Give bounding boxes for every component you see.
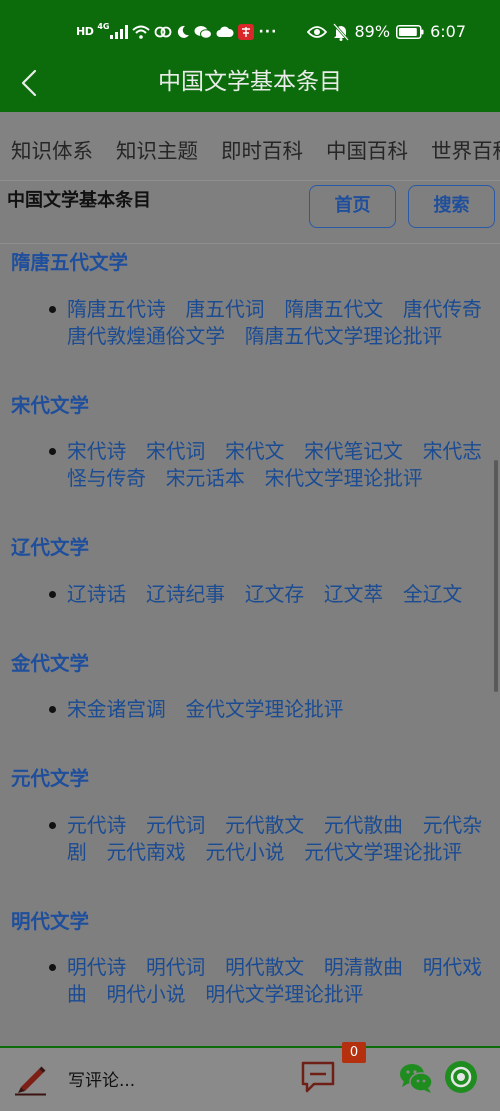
wechat-icon [194,26,213,39]
clock: 6:07 [430,22,466,41]
entry-link[interactable]: 明代文学理论批评 [205,983,363,1006]
entry-link[interactable]: 唐代敦煌通俗文学 [67,325,225,348]
wechat-share-icon[interactable] [398,1061,434,1095]
entry-content: 隋唐五代文学隋唐五代诗 唐五代词 隋唐五代文 唐代传奇 唐代敦煌通俗文学 隋唐五… [0,244,500,1052]
entry-link[interactable]: 隋唐五代诗 [67,298,166,321]
entry-link[interactable]: 辽诗纪事 [146,583,225,606]
entry-link[interactable]: 唐代传奇 [403,298,482,321]
entry-link[interactable]: 宋金诸宫调 [67,698,166,721]
wifi-icon [132,25,151,39]
cloud-icon [216,26,235,37]
battery-percent: 89% [354,22,391,41]
more-notifications: ··· [258,24,278,40]
section-title: 辽代文学 [11,536,90,559]
bullet-icon [49,706,56,713]
tab-world-encyclopedia[interactable]: 世界百科 [431,137,500,180]
entry-link[interactable]: 元代小说 [205,841,284,864]
battery-icon [396,25,424,39]
entry-link[interactable]: 宋代词 [146,440,205,463]
section-title: 宋代文学 [11,393,90,417]
hd-indicator: HD [76,25,94,38]
comment-count-badge: 0 [342,1042,366,1063]
entry-link[interactable]: 明代诗 [67,956,126,979]
entry-list: 宋代诗 宋代词 宋代文 宋代笔记文 宋代志怪与传奇 宋元话本 宋代文学理论批评 [0,438,492,492]
entry-link[interactable]: 全辽文 [403,583,462,606]
bullet-icon [49,448,56,455]
bell-off-icon [332,23,349,41]
scrollbar[interactable] [494,460,498,692]
entry-link[interactable]: 元代南戏 [107,841,186,864]
bullet-icon [49,964,56,971]
status-bar-left: HD 4G ··· [76,22,281,42]
entry-link[interactable]: 隋唐五代文学理论批评 [245,325,443,348]
bullet-icon [49,821,56,829]
entry-list: 宋金诸宫调 金代文学理论批评 [0,696,492,723]
tab-knowledge-topics[interactable]: 知识主题 [116,137,198,180]
entry-link[interactable]: 明代词 [146,956,205,979]
entry-link[interactable]: 元代诗 [67,814,126,837]
section-title: 金代文学 [11,651,90,675]
section: 金代文学宋金诸宫调 金代文学理论批评 [0,652,500,724]
comment-icon[interactable] [300,1060,336,1094]
entry-list: 明代诗 明代词 明代散文 明清散曲 明代戏曲 明代小说 明代文学理论批评 [0,954,492,1008]
eye-icon [306,26,327,38]
entry-link[interactable]: 宋代诗 [67,440,126,463]
entry-link[interactable]: 明清散曲 [324,956,403,979]
moon-icon [178,25,190,38]
moments-share-icon[interactable] [445,1061,477,1093]
comment-input[interactable]: 写评论... [68,1069,135,1093]
section-title: 明代文学 [11,909,90,933]
entry-link[interactable]: 宋代笔记文 [304,440,403,463]
entry-link[interactable]: 宋元话本 [166,467,245,490]
section-title: 元代文学 [11,767,90,790]
title-row: 中国文学基本条目 首页 搜索 [0,181,500,244]
entry-link[interactable]: 宋代文学理论批评 [265,467,423,490]
entry-list: 辽诗话 辽诗纪事 辽文存 辽文萃 全辽文 [0,581,492,608]
entry-link[interactable]: 元代散曲 [324,814,403,837]
section: 隋唐五代文学隋唐五代诗 唐五代词 隋唐五代文 唐代传奇 唐代敦煌通俗文学 隋唐五… [0,251,500,350]
status-bar-right: 89% 6:07 [301,21,466,43]
header-title: 中国文学基本条目 [158,69,342,95]
tab-instant-encyclopedia[interactable]: 即时百科 [221,137,303,180]
chevron-left-icon[interactable] [20,69,38,97]
signal-icon [110,25,129,39]
section-title: 隋唐五代文学 [11,251,129,274]
section: 辽代文学辽诗话 辽诗纪事 辽文存 辽文萃 全辽文 [0,536,500,608]
bullet-icon [49,590,56,598]
network-type: 4G [97,22,110,31]
app-icon [238,24,255,40]
category-tabs: 知识体系 知识主题 即时百科 中国百科 世界百科 [0,112,500,181]
entry-link[interactable]: 辽文存 [245,583,304,606]
section: 元代文学元代诗 元代词 元代散文 元代散曲 元代杂剧 元代南戏 元代小说 元代文… [0,767,500,866]
entry-link[interactable]: 明代散文 [225,956,304,979]
section: 明代文学明代诗 明代词 明代散文 明清散曲 明代戏曲 明代小说 明代文学理论批评 [0,910,500,1009]
tab-china-encyclopedia[interactable]: 中国百科 [326,137,408,180]
entry-link[interactable]: 元代文学理论批评 [304,841,462,864]
page-title: 中国文学基本条目 [7,190,151,211]
entry-link[interactable]: 宋代文 [225,440,284,463]
section: 宋代文学宋代诗 宋代词 宋代文 宋代笔记文 宋代志怪与传奇 宋元话本 宋代文学理… [0,394,500,493]
status-bar: HD 4G ··· 89% 6:07 [0,0,500,62]
entry-link[interactable]: 隋唐五代文 [284,298,383,321]
entry-list: 元代诗 元代词 元代散文 元代散曲 元代杂剧 元代南戏 元代小说 元代文学理论批… [0,812,492,866]
entry-link[interactable]: 辽文萃 [324,583,383,606]
bottom-bar: 写评论... [0,1046,500,1111]
app-header: 中国文学基本条目 [0,62,500,112]
bullet-icon [49,305,56,313]
entry-link[interactable]: 辽诗话 [67,583,126,606]
tab-knowledge-system[interactable]: 知识体系 [11,137,93,180]
entry-list: 隋唐五代诗 唐五代词 隋唐五代文 唐代传奇 唐代敦煌通俗文学 隋唐五代文学理论批… [0,296,492,350]
home-button[interactable]: 首页 [309,185,396,228]
link-icon [155,26,172,38]
entry-link[interactable]: 金代文学理论批评 [186,698,344,721]
entry-link[interactable]: 元代散文 [225,814,304,837]
entry-link[interactable]: 明代小说 [107,983,186,1006]
entry-link[interactable]: 元代词 [146,814,205,837]
entry-link[interactable]: 唐五代词 [186,298,265,321]
pen-icon[interactable] [12,1060,48,1096]
search-button[interactable]: 搜索 [408,185,495,228]
